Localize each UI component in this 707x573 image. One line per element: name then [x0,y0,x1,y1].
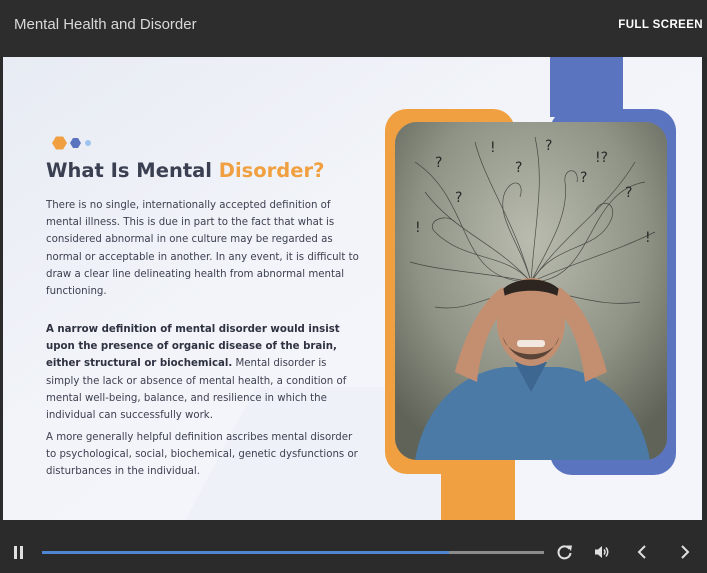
player-controls [0,520,707,573]
title-main: What Is Mental [46,159,219,182]
paragraph-2: A narrow definition of mental disorder w… [46,321,361,424]
progress-fill [42,551,449,554]
svg-text:!: ! [490,140,496,156]
svg-text:?: ? [580,170,587,186]
top-bar: Mental Health and Disorder FULL SCREEN [0,0,707,57]
photo-illustration: ?!? !??? ?!? ! [395,122,667,460]
chevron-left-icon[interactable] [633,543,651,561]
course-title: Mental Health and Disorder [14,16,197,33]
svg-text:!: ! [415,220,421,236]
svg-text:!: ! [645,230,651,246]
page-title: What Is Mental Disorder? [46,159,324,182]
stressed-man-photo: ?!? !??? ?!? ! [395,122,667,460]
chevron-right-icon[interactable] [676,543,694,561]
svg-text:?: ? [625,185,632,201]
svg-text:?: ? [545,138,552,154]
pause-button[interactable] [12,546,24,560]
blue-frame-bar [550,57,623,117]
svg-text:!?: !? [595,150,608,166]
svg-text:?: ? [455,190,462,206]
fullscreen-button[interactable]: FULL SCREEN [618,19,703,31]
decorative-hexagons-icon [52,136,91,150]
svg-text:?: ? [515,160,522,176]
svg-text:?: ? [435,155,442,171]
pause-icon-bar [20,546,23,559]
progress-track[interactable] [42,551,544,554]
title-accent: Disorder? [218,159,325,182]
replay-icon[interactable] [556,543,574,561]
orange-frame-bar [441,457,515,520]
pause-icon [14,546,17,559]
paragraph-1: There is no single, internationally acce… [46,200,359,298]
slide-canvas: What Is Mental Disorder? There is no sin… [3,57,702,520]
volume-icon[interactable] [593,543,611,561]
paragraph-3: A more generally helpful definition ascr… [46,432,358,478]
